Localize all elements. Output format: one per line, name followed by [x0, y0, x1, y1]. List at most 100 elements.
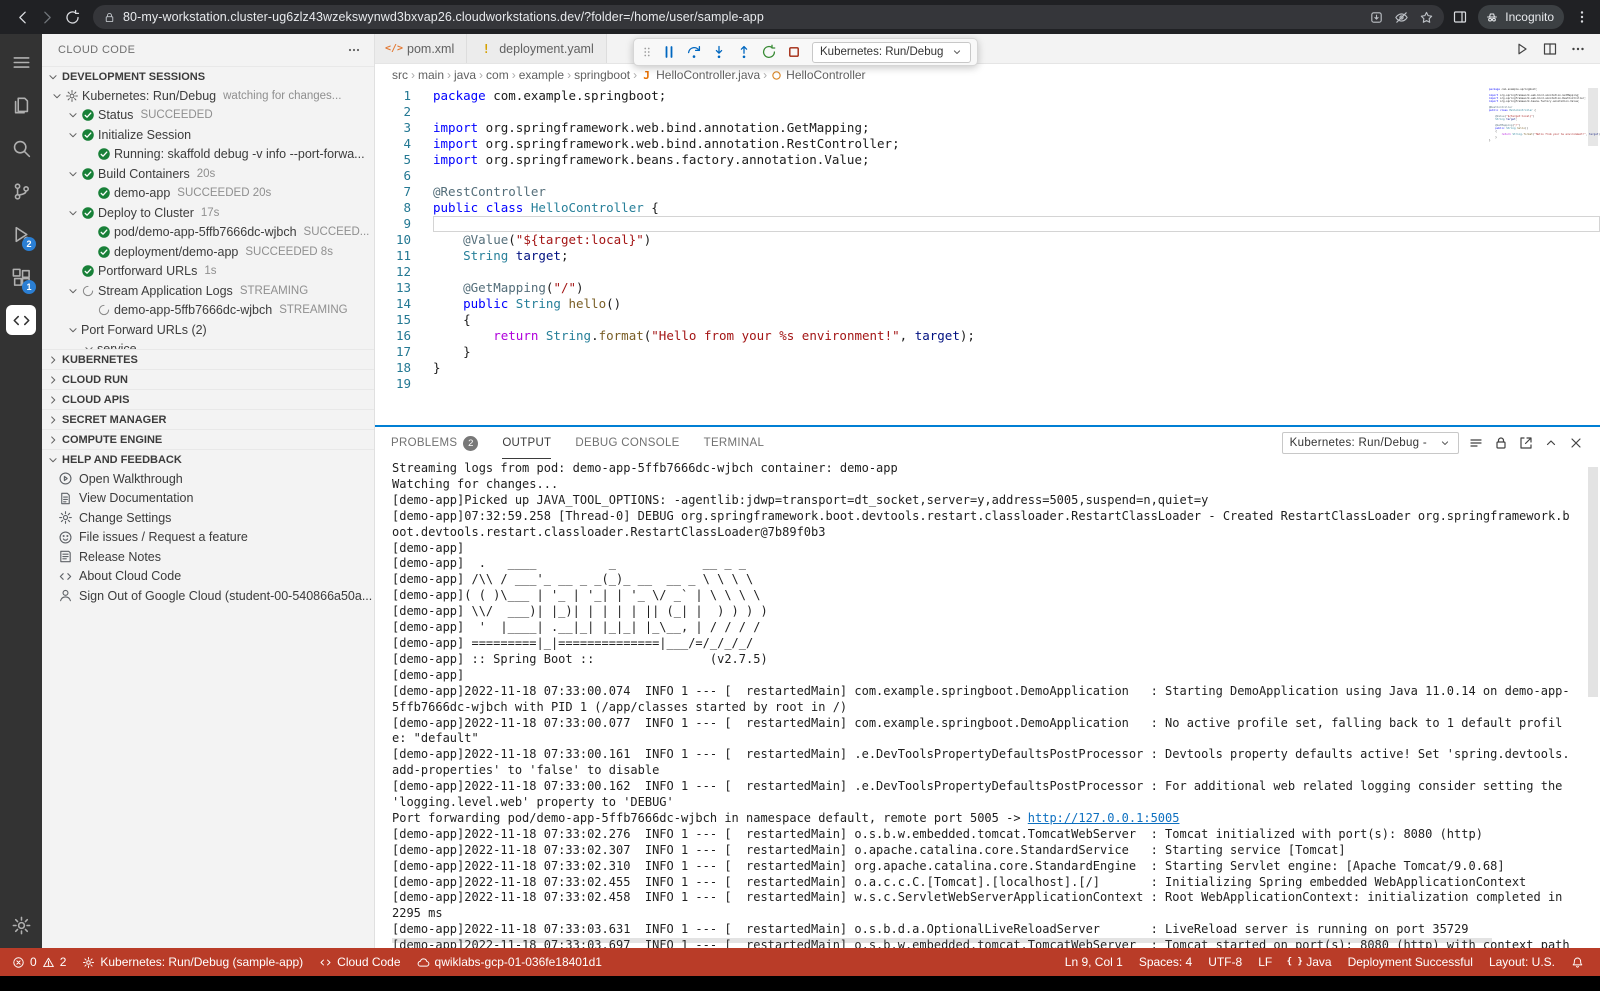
activity-run-and-debug[interactable]: 2	[4, 214, 38, 254]
code-line-19[interactable]	[433, 376, 1600, 392]
activity-settings[interactable]	[4, 905, 38, 945]
tree-item-portforward-urls[interactable]: Portforward URLs1s	[42, 262, 374, 282]
help-item-change-settings[interactable]: Change Settings	[42, 508, 374, 528]
panel-tab-output[interactable]: OUTPUT	[502, 427, 551, 459]
install-icon[interactable]	[1369, 10, 1384, 25]
address-bar[interactable]: 80-my-workstation.cluster-ug6zlz43wzeksw…	[93, 5, 1444, 29]
help-item-file-issues-request-a-feature[interactable]: File issues / Request a feature	[42, 528, 374, 548]
code-line-11[interactable]: String target;	[433, 248, 1600, 264]
code-line-7[interactable]: @RestController	[433, 184, 1600, 200]
cursor-position[interactable]: Ln 9, Col 1	[1057, 955, 1131, 969]
breadcrumb-hellocontroller[interactable]: HelloController	[770, 68, 865, 82]
tree-item-initialize-session[interactable]: Initialize Session	[42, 125, 374, 145]
code-line-12[interactable]	[433, 264, 1600, 280]
debug-config-select[interactable]: Kubernetes: Run/Debug	[812, 42, 971, 63]
breadcrumb-springboot[interactable]: springboot	[574, 68, 630, 82]
notifications[interactable]	[1563, 956, 1592, 969]
code-line-13[interactable]: @GetMapping("/")	[433, 280, 1600, 296]
deployment-status[interactable]: Deployment Successful	[1340, 955, 1481, 969]
tree-item-status[interactable]: StatusSUCCEEDED	[42, 106, 374, 126]
section-compute-engine[interactable]: COMPUTE ENGINE	[42, 429, 374, 449]
run-button[interactable]	[1514, 41, 1530, 57]
encoding[interactable]: UTF-8	[1200, 955, 1250, 969]
section-cloud-run[interactable]: CLOUD RUN	[42, 369, 374, 389]
code-line-15[interactable]: {	[433, 312, 1600, 328]
help-item-sign-out-of-google-cloud-student-00-5408[interactable]: Sign Out of Google Cloud (student-00-540…	[42, 586, 374, 606]
profile-chip[interactable]: Incognito	[1478, 5, 1564, 29]
output-log[interactable]: Streaming logs from pod: demo-app-5ffb76…	[375, 459, 1600, 948]
step-over-button[interactable]	[682, 40, 706, 64]
help-item-open-walkthrough[interactable]: Open Walkthrough	[42, 469, 374, 489]
eye-off-icon[interactable]	[1394, 10, 1409, 25]
reload-icon[interactable]	[64, 9, 81, 26]
activity-explorer[interactable]	[4, 85, 38, 125]
step-out-button[interactable]	[732, 40, 756, 64]
code-line-6[interactable]	[433, 168, 1600, 184]
tab-pom-xml[interactable]: </>pom.xml	[375, 34, 467, 63]
activity-search[interactable]	[4, 128, 38, 168]
code-line-9[interactable]	[433, 216, 1600, 232]
star-icon[interactable]	[1419, 10, 1434, 25]
breadcrumb-hellocontroller-java[interactable]: JHelloController.java	[640, 68, 760, 82]
panel-scrollbar-vertical[interactable]	[1588, 467, 1598, 697]
editor-scrollbar[interactable]	[1588, 88, 1598, 146]
help-item-view-documentation[interactable]: View Documentation	[42, 489, 374, 509]
breadcrumb-com[interactable]: com	[486, 68, 509, 82]
tree-item-deployment-demo-app[interactable]: deployment/demo-appSUCCEEDED 8s	[42, 242, 374, 262]
open-output-button[interactable]	[1518, 435, 1534, 451]
tree-item-build-containers[interactable]: Build Containers20s	[42, 164, 374, 184]
stop-button[interactable]	[782, 40, 806, 64]
code-editor[interactable]: 12345678910111213141516171819 package co…	[375, 86, 1600, 425]
tree-item-service[interactable]: service	[42, 340, 374, 350]
minimap[interactable]: package com.example.springboot;import or…	[1489, 88, 1584, 145]
tree-item-running-skaffold-debug-v-info-port-forwa[interactable]: Running: skaffold debug -v info --port-f…	[42, 145, 374, 165]
debug-session-status[interactable]: Kubernetes: Run/Debug (sample-app)	[74, 948, 311, 976]
tree-item-demo-app-5ffb7666dc-wjbch[interactable]: demo-app-5ffb7666dc-wjbchSTREAMING	[42, 301, 374, 321]
panel-tab-terminal[interactable]: TERMINAL	[704, 427, 765, 459]
tree-item-port-forward-urls-2[interactable]: Port Forward URLs (2)	[42, 320, 374, 340]
code-line-4[interactable]: import org.springframework.web.bind.anno…	[433, 136, 1600, 152]
output-channel-select[interactable]: Kubernetes: Run/Debug -	[1282, 432, 1459, 454]
maximize-panel-button[interactable]	[1543, 435, 1559, 451]
section-secret-manager[interactable]: SECRET MANAGER	[42, 409, 374, 429]
breadcrumb-main[interactable]: main	[418, 68, 444, 82]
step-into-button[interactable]	[707, 40, 731, 64]
panel-scrollbar-horizontal[interactable]	[392, 938, 1492, 943]
tree-item-stream-application-logs[interactable]: Stream Application LogsSTREAMING	[42, 281, 374, 301]
section-cloud-apis[interactable]: CLOUD APIS	[42, 389, 374, 409]
panel-tab-debug-console[interactable]: DEBUG CONSOLE	[575, 427, 679, 459]
port-forward-link[interactable]: http://127.0.0.1:5005	[1028, 811, 1180, 825]
activity-source-control[interactable]	[4, 171, 38, 211]
back-icon[interactable]	[14, 9, 31, 26]
code-line-18[interactable]: }	[433, 360, 1600, 376]
code-line-10[interactable]: @Value("${target:local}")	[433, 232, 1600, 248]
section-development-sessions[interactable]: DEVELOPMENT SESSIONS	[42, 66, 374, 86]
activity-extensions[interactable]: 1	[4, 257, 38, 297]
close-panel-button[interactable]	[1568, 435, 1584, 451]
tree-item-demo-app[interactable]: demo-appSUCCEEDED 20s	[42, 184, 374, 204]
tree-item-deploy-to-cluster[interactable]: Deploy to Cluster17s	[42, 203, 374, 223]
help-item-about-cloud-code[interactable]: About Cloud Code	[42, 567, 374, 587]
tree-item-pod-demo-app-5ffb7666dc-wjbch[interactable]: pod/demo-app-5ffb7666dc-wjbchSUCCEED...	[42, 223, 374, 243]
activity-menu[interactable]	[4, 42, 38, 82]
code-line-14[interactable]: public String hello()	[433, 296, 1600, 312]
output-actions-button[interactable]	[1468, 435, 1484, 451]
breadcrumb-java[interactable]: java	[454, 68, 476, 82]
code-line-8[interactable]: public class HelloController {	[433, 200, 1600, 216]
keyboard-layout[interactable]: Layout: U.S.	[1481, 955, 1563, 969]
indentation[interactable]: Spaces: 4	[1131, 955, 1200, 969]
code-line-5[interactable]: import org.springframework.beans.factory…	[433, 152, 1600, 168]
code-line-17[interactable]: }	[433, 344, 1600, 360]
activity-cloud-code[interactable]	[4, 300, 38, 340]
more-actions-button[interactable]	[1570, 41, 1586, 57]
forward-icon[interactable]	[39, 9, 56, 26]
side-panel-icon[interactable]	[1452, 9, 1468, 25]
gripper-icon[interactable]	[640, 43, 654, 61]
breadcrumb-src[interactable]: src	[392, 68, 408, 82]
code-line-1[interactable]: package com.example.springboot;	[433, 88, 1600, 104]
tree-item-kubernetes-run-debug[interactable]: Kubernetes: Run/Debugwatching for change…	[42, 86, 374, 106]
language-mode[interactable]: { }Java	[1280, 955, 1339, 969]
cloud-code-status[interactable]: Cloud Code	[311, 948, 408, 976]
problems-status[interactable]: 0 2	[4, 948, 74, 976]
browser-menu-icon[interactable]	[1574, 9, 1590, 25]
